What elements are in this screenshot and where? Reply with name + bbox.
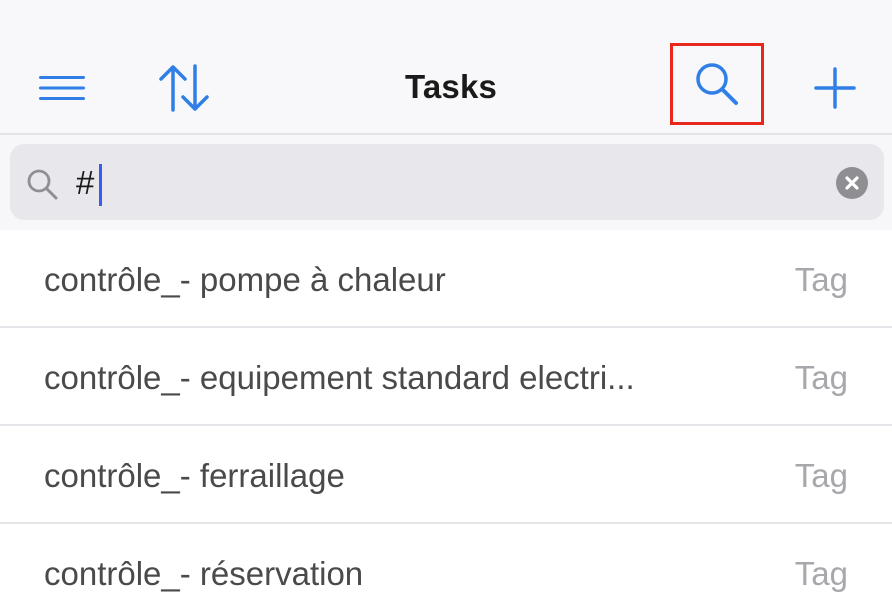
search-button[interactable] [670,43,764,125]
search-icon [692,59,742,109]
sort-button[interactable] [152,58,216,118]
task-row[interactable]: contrôle_- pompe à chaleur Tag [0,230,892,328]
sort-arrows-icon [156,62,212,114]
task-title: contrôle_- pompe à chaleur [44,261,446,298]
task-title: contrôle_- ferraillage [44,457,345,494]
clear-search-button[interactable] [836,167,868,199]
task-tag: Tag [794,261,848,298]
task-list: contrôle_- pompe à chaleur Tag contrôle_… [0,230,892,616]
search-query-text: # [76,164,95,201]
add-task-button[interactable] [810,62,860,114]
task-title: contrôle_- equipement standard electri..… [44,359,635,396]
navigation-bar: Tasks [0,0,892,134]
task-row[interactable]: contrôle_- equipement standard electri..… [0,328,892,426]
page-title: Tasks [404,68,498,105]
task-tag: Tag [794,457,848,494]
plus-icon [813,66,857,110]
task-row[interactable]: contrôle_- ferraillage Tag [0,426,892,524]
task-tag: Tag [794,359,848,396]
task-title: contrôle_- réservation [44,555,364,592]
text-cursor [99,164,102,206]
menu-button[interactable] [34,64,90,112]
tasks-screen: Tasks # contrôle_- pompe à chaleur Tag c… [0,0,892,616]
search-input[interactable]: # [10,144,884,220]
search-bar: # [0,135,892,230]
task-tag: Tag [794,555,848,592]
hamburger-menu-icon [37,73,87,103]
task-row[interactable]: contrôle_- réservation Tag [0,524,892,616]
search-field-icon [26,168,60,207]
